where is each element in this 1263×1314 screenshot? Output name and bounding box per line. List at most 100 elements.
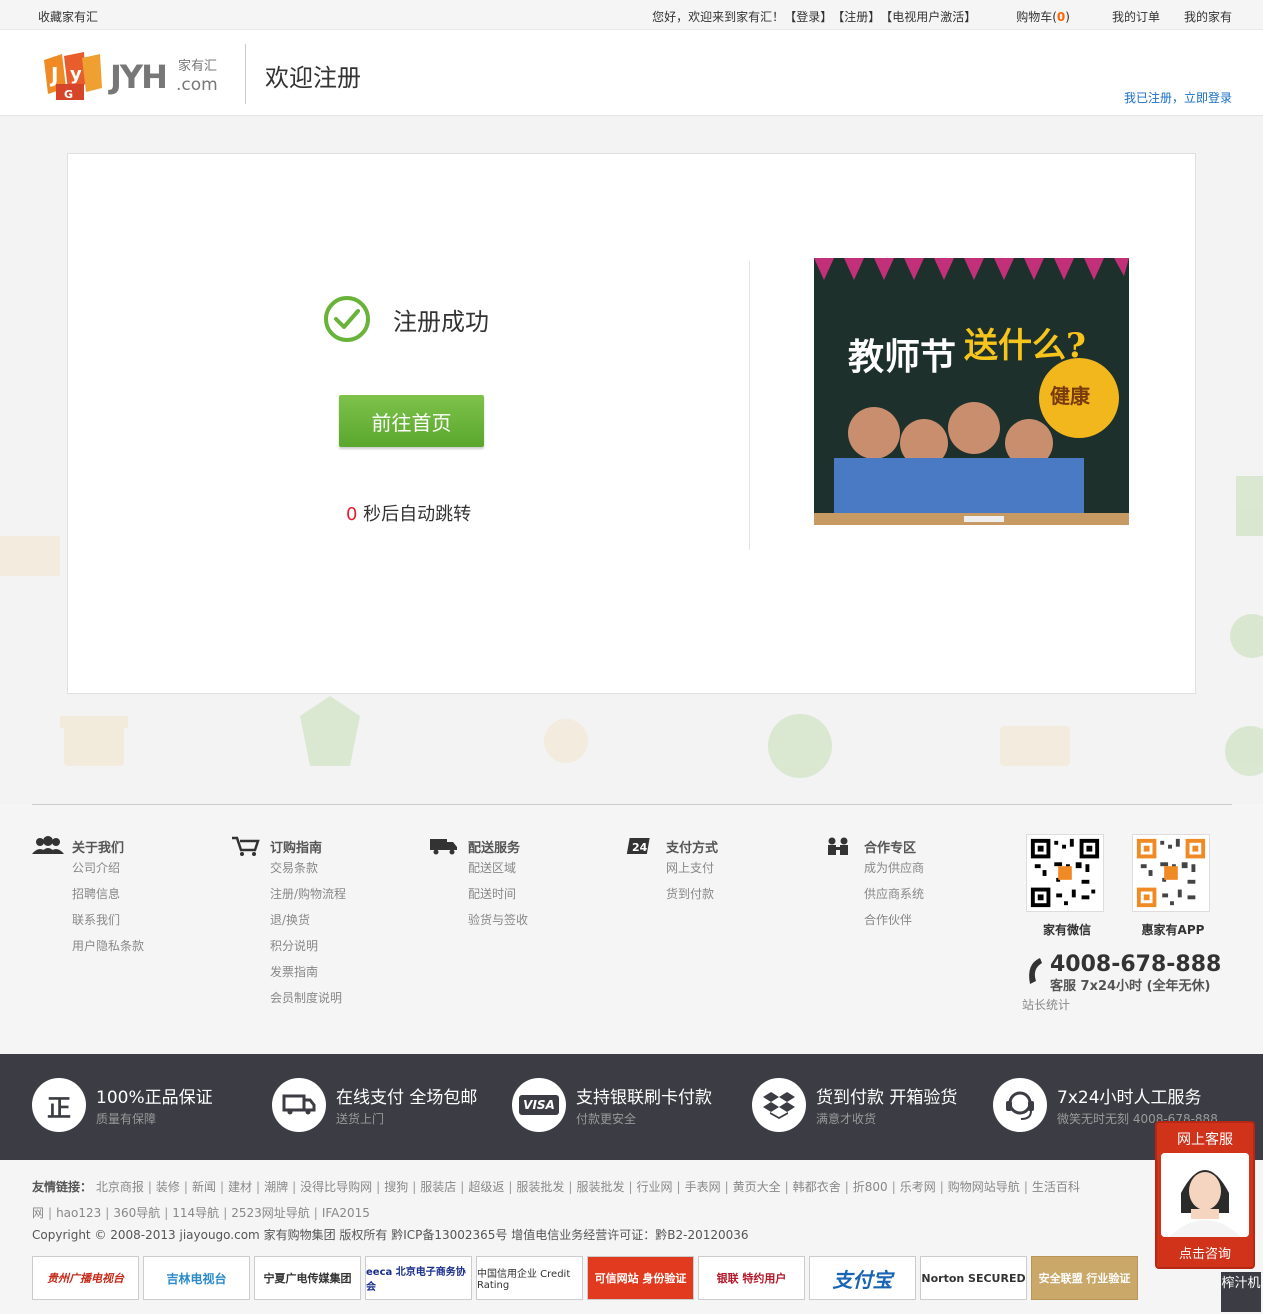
register-link[interactable]: 【注册】 [832, 8, 880, 25]
friend-link[interactable]: hao123 [56, 1206, 101, 1220]
friend-link[interactable]: 折800 [853, 1180, 888, 1194]
footer-link[interactable]: 会员制度说明 [270, 988, 346, 1014]
footer-link[interactable]: 成为供应商 [864, 858, 924, 884]
friend-link[interactable]: 超级返 [468, 1180, 504, 1194]
app-qr[interactable]: 惠家有APP [1132, 834, 1214, 938]
friend-link[interactable]: 乐考网 [900, 1180, 936, 1194]
countdown-number: 0 [346, 504, 358, 525]
friend-link[interactable]: 手表网 [685, 1180, 721, 1194]
badge-jilin-tv[interactable]: 吉林电视台 [143, 1256, 250, 1300]
go-home-button[interactable]: 前往首页 [339, 395, 484, 447]
footer-col-payment: 24 支付方式 网上支付 货到付款 [626, 834, 718, 910]
badge-eeca[interactable]: eeca 北京电子商务协会 [365, 1256, 472, 1300]
friend-link[interactable]: 服装店 [420, 1180, 456, 1194]
badge-unionpay[interactable]: 银联 特约用户 [698, 1256, 805, 1300]
badge-ningxia[interactable]: 宁夏广电传媒集团 [254, 1256, 361, 1300]
footer-col-head: 关于我们 [32, 834, 144, 858]
footer-link[interactable]: 配送时间 [468, 884, 528, 910]
band-sub: 满意才收货 [816, 1112, 877, 1126]
teachers-day-promo-banner[interactable]: 教师节 送什么? 健康 [814, 258, 1129, 525]
favorite-link[interactable]: 收藏家有汇 [38, 8, 98, 25]
friend-link[interactable]: 没得比导购网 [300, 1180, 372, 1194]
footer-link[interactable]: 网上支付 [666, 858, 718, 884]
band-sub: 付款更安全 [576, 1112, 637, 1126]
online-service-title: 网上客服 [1177, 1132, 1233, 1148]
badge-text: 吉林电视台 [166, 1271, 227, 1286]
badge-credit-rating[interactable]: 中国信用企业 Credit Rating [476, 1256, 583, 1300]
service-band: 正 100%正品保证 质量有保障 在线支付 全场包邮 送货上门 VISA 支持银联刷… [0, 1054, 1263, 1160]
site-logo[interactable]: J y G JYH 家有汇 .com [42, 48, 228, 102]
footer-link[interactable]: 配送区域 [468, 858, 528, 884]
link-separator: | [183, 1180, 188, 1194]
login-link[interactable]: 【登录】 [784, 8, 832, 25]
friend-link[interactable]: 行业网 [637, 1180, 673, 1194]
footer-col-delivery: 配送服务 配送区域 配送时间 验货与签收 [428, 834, 528, 936]
svg-text:y: y [70, 64, 82, 85]
footer-link[interactable]: 用户隐私条款 [72, 936, 144, 962]
friend-link[interactable]: 114导航 [172, 1206, 219, 1220]
badge-norton[interactable]: Norton SECURED [920, 1256, 1027, 1300]
badge-text: 贵州广播电视台 [47, 1272, 124, 1285]
footer-link[interactable]: 注册/购物流程 [270, 884, 346, 910]
friend-link[interactable]: 2523网址导航 [231, 1206, 310, 1220]
link-separator: | [105, 1206, 110, 1220]
footer-link[interactable]: 货到付款 [666, 884, 718, 910]
friend-link[interactable]: 360导航 [113, 1206, 160, 1220]
footer-link[interactable]: 积分说明 [270, 936, 346, 962]
link-separator: | [1023, 1180, 1028, 1194]
band-title: 在线支付 全场包邮 [336, 1088, 478, 1108]
juicer-float-link[interactable]: 榨汁机 [1221, 1272, 1261, 1312]
link-separator: | [256, 1180, 261, 1194]
svg-text:家有汇: 家有汇 [178, 58, 217, 74]
footer-col-list: 配送区域 配送时间 验货与签收 [468, 858, 528, 936]
friend-links: 友情链接： 北京商报 | 装修 | 新闻 | 建材 | 潮牌 | 没得比导购网 | 搜狗 | 服装店 | 超级返… [32, 1174, 1162, 1226]
online-service-widget[interactable]: 网上客服 点击咨询 [1155, 1121, 1255, 1269]
footer-col-title: 支付方式 [666, 840, 719, 856]
wechat-qr[interactable]: 家有微信 [1026, 834, 1108, 938]
my-orders-link[interactable]: 我的订单 [1112, 8, 1160, 25]
link-separator: | [676, 1180, 681, 1194]
friend-link[interactable]: 购物网站导航 [948, 1180, 1020, 1194]
friend-link[interactable]: 建材 [228, 1180, 252, 1194]
link-separator: | [376, 1180, 381, 1194]
already-registered-login-link[interactable]: 我已注册，立即登录 [1124, 89, 1232, 106]
footer-link[interactable]: 招聘信息 [72, 884, 144, 910]
24h-icon: 24 [626, 838, 650, 854]
badge-security-alliance[interactable]: 安全联盟 行业验证 [1031, 1256, 1138, 1300]
friend-link[interactable]: 黄页大全 [733, 1180, 781, 1194]
top-bar: 收藏家有汇 您好，欢迎来到家有汇！ 【登录】 【注册】 【电视用户激活】 购物车… [0, 0, 1263, 30]
footer-link[interactable]: 退/换货 [270, 910, 346, 936]
main-area: 注册成功 前往首页 0 秒后自动跳转 教师节 送什么? 健康 [0, 116, 1263, 804]
friend-link[interactable]: 服装批发 [516, 1180, 564, 1194]
footer-link[interactable]: 发票指南 [270, 962, 346, 988]
cart-link[interactable]: 购物车(0) [1016, 8, 1070, 25]
footer-col-head: 订购指南 [230, 834, 346, 858]
footer-link[interactable]: 合作伙伴 [864, 910, 924, 936]
friend-link[interactable]: IFA2015 [322, 1206, 370, 1220]
consult-button[interactable]: 点击咨询 [1157, 1243, 1253, 1262]
band-item-unionpay: VISA 支持银联刷卡付款 付款更安全 [512, 1078, 712, 1132]
tv-activate-link[interactable]: 【电视用户激活】 [880, 8, 976, 25]
visa-text: VISA [519, 1095, 559, 1115]
friend-link[interactable]: 搜狗 [384, 1180, 408, 1194]
friend-link[interactable]: 新闻 [192, 1180, 216, 1194]
badge-guizhou-tv[interactable]: 贵州广播电视台 [32, 1256, 139, 1300]
footer-link[interactable]: 公司介绍 [72, 858, 144, 884]
friend-link[interactable]: 潮牌 [264, 1180, 288, 1194]
badge-trusted-site[interactable]: 可信网站 身份验证 [587, 1256, 694, 1300]
my-home-link[interactable]: 我的家有 [1184, 8, 1232, 25]
jyh-logo-icon: J y G JYH 家有汇 .com [44, 52, 218, 101]
link-separator: | [223, 1206, 228, 1220]
badge-alipay[interactable]: 支付宝 [809, 1256, 916, 1300]
badge-text: 可信网站 身份验证 [594, 1272, 687, 1285]
footer-link[interactable]: 验货与签收 [468, 910, 528, 936]
friend-link[interactable]: 北京商报 [96, 1180, 144, 1194]
footer-link[interactable]: 交易条款 [270, 858, 346, 884]
band-item-genuine: 正 100%正品保证 质量有保障 [32, 1078, 213, 1132]
friend-link[interactable]: 韩都衣舍 [793, 1180, 841, 1194]
friend-link[interactable]: 服装批发 [576, 1180, 624, 1194]
footer-link[interactable]: 联系我们 [72, 910, 144, 936]
footer-link[interactable]: 供应商系统 [864, 884, 924, 910]
friend-link[interactable]: 装修 [156, 1180, 180, 1194]
site-stats-link[interactable]: 站长统计 [1022, 996, 1221, 1013]
